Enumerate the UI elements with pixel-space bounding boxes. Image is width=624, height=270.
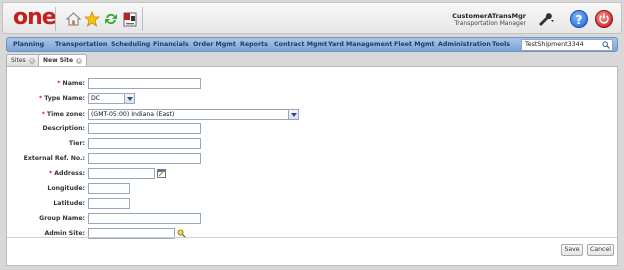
save-button[interactable]: Save (561, 244, 583, 256)
external-ref-label: External Ref. No.: (23, 155, 85, 162)
type-name-value: DC (91, 95, 101, 102)
close-icon[interactable]: × (76, 57, 83, 64)
user-info: CustomerATransMgr Transportation Manager (452, 12, 526, 28)
description-label: Description: (42, 125, 86, 132)
user-name: CustomerATransMgr (452, 12, 526, 20)
chevron-down-icon[interactable] (124, 94, 134, 103)
menu-transportation[interactable]: Transportation (55, 38, 107, 52)
chevron-down-icon[interactable] (288, 110, 298, 119)
menu-yard-management[interactable]: Yard Management (328, 38, 392, 52)
cancel-button[interactable]: Cancel (587, 244, 614, 256)
main-menu-bar: Planning Transportation Scheduling Finan… (6, 37, 618, 52)
power-icon[interactable] (595, 10, 613, 28)
help-icon[interactable]: ? (570, 10, 588, 28)
app-header: one CustomerATransMgr Transportation Man… (2, 2, 622, 34)
star-icon[interactable] (84, 11, 100, 27)
description-input[interactable] (88, 123, 201, 134)
name-input[interactable] (88, 78, 201, 89)
latitude-label: Latitude: (53, 200, 85, 207)
required-marker: * (41, 111, 45, 118)
time-zone-value: (GMT-05:00) Indiana (East) (91, 111, 175, 118)
user-role: Transportation Manager (454, 20, 526, 27)
global-search-value: TestShipment3344 (525, 41, 584, 48)
address-input[interactable] (88, 168, 155, 179)
admin-site-label: Admin Site: (44, 230, 85, 237)
menu-order-mgmt[interactable]: Order Mgmt (193, 38, 236, 52)
longitude-label: Longitude: (47, 185, 85, 192)
app-logo[interactable]: one (13, 7, 57, 29)
tier-input[interactable] (88, 138, 201, 149)
external-ref-input[interactable] (88, 153, 201, 164)
menu-planning[interactable]: Planning (13, 38, 44, 52)
tab-new-site[interactable]: New Site × (38, 54, 88, 66)
time-zone-select[interactable]: (GMT-05:00) Indiana (East) (88, 109, 299, 120)
form-footer-divider (7, 237, 617, 238)
name-label: * Name: (57, 80, 85, 87)
close-icon[interactable]: × (28, 57, 35, 64)
tools-icon[interactable] (537, 11, 557, 27)
menu-scheduling[interactable]: Scheduling (111, 38, 150, 52)
menu-financials[interactable]: Financials (153, 38, 189, 52)
global-search-input[interactable]: TestShipment3344 (521, 39, 613, 51)
tier-label: Tier: (68, 140, 85, 147)
menu-administration[interactable]: Administration (438, 38, 491, 52)
required-marker: * (38, 95, 43, 102)
search-icon[interactable] (602, 41, 610, 49)
longitude-input[interactable] (88, 183, 130, 194)
tab-sites-label: Sites (11, 57, 26, 64)
type-name-label: * Type Name: (38, 95, 85, 102)
header-divider (142, 7, 143, 31)
refresh-icon[interactable] (103, 11, 119, 27)
time-zone-label: * Time zone: (41, 111, 85, 118)
required-marker: * (49, 170, 53, 177)
menu-contract-mgmt[interactable]: Contract Mgmt (274, 38, 327, 52)
group-name-label: Group Name: (39, 215, 85, 222)
address-edit-icon[interactable] (157, 169, 166, 178)
menu-reports[interactable]: Reports (240, 38, 268, 52)
address-label: * Address: (49, 170, 85, 177)
latitude-input[interactable] (88, 198, 130, 209)
required-marker: * (57, 80, 61, 87)
report-icon[interactable] (122, 11, 138, 27)
tab-sites[interactable]: Sites × (6, 54, 40, 66)
home-icon[interactable] (65, 11, 81, 27)
type-name-select[interactable]: DC (88, 93, 135, 104)
header-divider (55, 7, 56, 31)
new-site-form: * Name: * Type Name: DC * Time zone: (GMT-0… (6, 66, 618, 266)
menu-fleet-mgmt[interactable]: Fleet Mgmt (394, 38, 435, 52)
tab-new-site-label: New Site (43, 57, 74, 64)
group-name-input[interactable] (88, 213, 201, 224)
menu-tools[interactable]: Tools (492, 38, 510, 52)
